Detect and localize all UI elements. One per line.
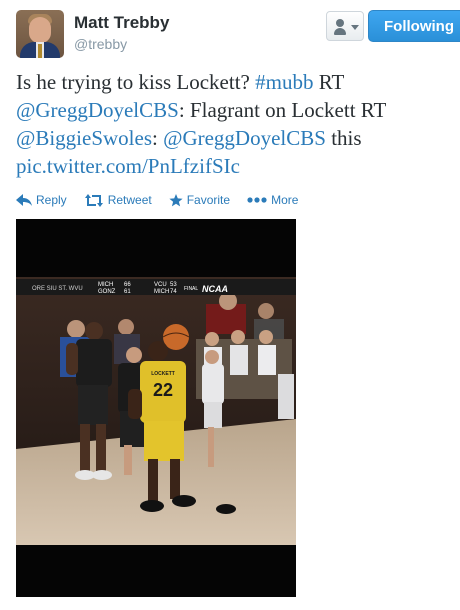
score-team4-value: 74 bbox=[170, 289, 177, 295]
reply-label: Reply bbox=[36, 193, 67, 207]
tweet-text: Is he trying to kiss Lockett? #mubb RT @… bbox=[16, 68, 446, 180]
score-team3-value: 53 bbox=[170, 282, 177, 288]
tweet-text-segment: : bbox=[152, 126, 164, 150]
more-action[interactable]: More bbox=[247, 193, 298, 207]
score-team3: VCU bbox=[154, 282, 167, 288]
tweet-photo[interactable]: ORE SIU ST. WVU MICH 66 GONZ 61 VCU 53 M… bbox=[16, 219, 296, 597]
score-team2: GONZ bbox=[98, 289, 116, 295]
tweet-text-segment: : Flagrant on Lockett RT bbox=[178, 98, 386, 122]
tweet-text-segment: this bbox=[325, 126, 362, 150]
network-logo: NCAA bbox=[202, 284, 228, 294]
mention-link[interactable]: @GreggDoyelCBS bbox=[16, 98, 179, 122]
more-dots-icon bbox=[247, 197, 267, 203]
reply-action[interactable]: Reply bbox=[16, 193, 67, 207]
more-label: More bbox=[271, 193, 299, 207]
tweet-text-segment: RT bbox=[313, 70, 344, 94]
hashtag-link[interactable]: #mubb bbox=[255, 70, 313, 94]
svg-text:ORE SIU ST. WVU: ORE SIU ST. WVU bbox=[32, 286, 83, 292]
mention-link[interactable]: @BiggieSwoles bbox=[16, 126, 152, 150]
tweet-header: Matt Trebby @trebby Following bbox=[16, 10, 460, 60]
score-team4: MICH bbox=[154, 289, 169, 295]
score-team1: MICH bbox=[98, 282, 113, 288]
mention-link[interactable]: @GreggDoyelCBS bbox=[163, 126, 326, 150]
photo-link[interactable]: pic.twitter.com/PnLfzifSIc bbox=[16, 154, 240, 178]
user-actions-dropdown-button[interactable] bbox=[326, 11, 364, 41]
score-team1-value: 66 bbox=[124, 282, 131, 288]
avatar[interactable] bbox=[16, 10, 64, 58]
retweet-icon bbox=[84, 193, 103, 207]
tweet-actions: Reply Retweet Favorite More bbox=[16, 190, 315, 210]
favorite-action[interactable]: Favorite bbox=[169, 193, 230, 207]
jersey-number: 22 bbox=[153, 380, 173, 400]
retweet-action[interactable]: Retweet bbox=[84, 193, 152, 207]
reply-icon bbox=[16, 194, 32, 206]
retweet-label: Retweet bbox=[107, 193, 152, 207]
favorite-label: Favorite bbox=[186, 193, 231, 207]
score-final: FINAL bbox=[184, 286, 198, 292]
tweet-text-segment: Is he trying to kiss Lockett? bbox=[16, 70, 256, 94]
following-button[interactable]: Following bbox=[368, 10, 460, 42]
jersey-name: LOCKETT bbox=[151, 371, 175, 377]
user-name[interactable]: Matt Trebby bbox=[74, 13, 169, 33]
star-icon bbox=[169, 193, 183, 206]
score-team2-value: 61 bbox=[124, 289, 131, 295]
user-handle[interactable]: @trebby bbox=[74, 36, 127, 52]
